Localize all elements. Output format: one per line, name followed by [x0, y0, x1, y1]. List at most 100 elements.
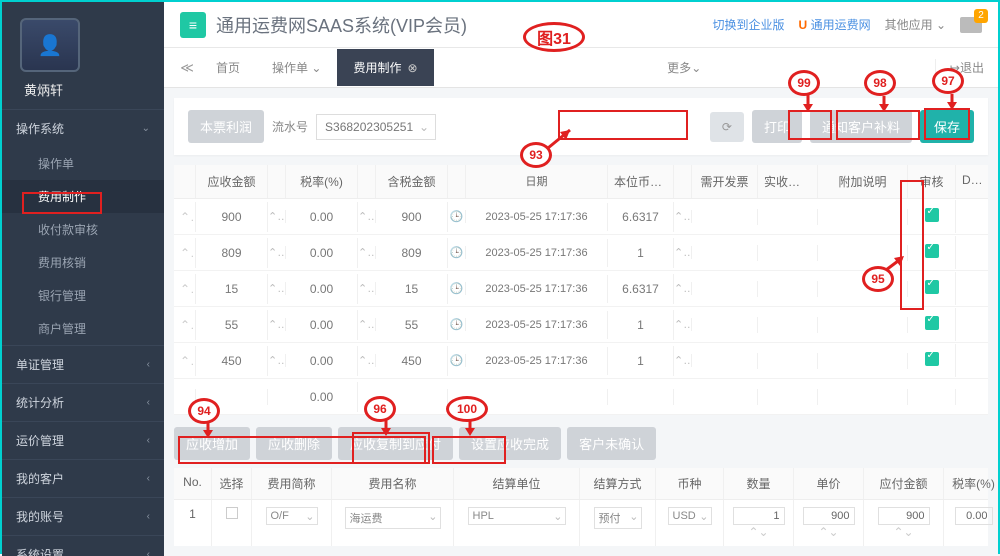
stepper-icon[interactable]: ⌃⌄: [674, 210, 692, 223]
recv-grid-row[interactable]: ⌃⌄900⌃⌄0.00⌃⌄900🕒2023-05-25 17:17:366.63…: [174, 199, 988, 235]
notify-customer-button[interactable]: 通知客户补料: [810, 110, 912, 143]
stepper-icon[interactable]: ⌃⌄: [674, 246, 692, 259]
sidebar-item-merchant[interactable]: 商户管理: [2, 312, 164, 345]
menu-group-customer[interactable]: 我的客户‹: [2, 460, 164, 497]
tab-more[interactable]: 更多⌄: [653, 59, 715, 76]
menu-group-operations[interactable]: 操作系统⌄: [2, 110, 164, 147]
chevron-left-icon: ‹: [147, 397, 150, 408]
col-needinv: 需开发票: [692, 165, 758, 198]
menu-group-account[interactable]: 我的账号‹: [2, 498, 164, 535]
customer-unconfirm-button[interactable]: 客户未确认: [567, 427, 656, 460]
col-amount: 应收金额: [196, 165, 268, 198]
fee-name-select[interactable]: 海运费: [345, 507, 441, 529]
sidebar-item-fee-verify[interactable]: 费用核销: [2, 246, 164, 279]
clock-icon: 🕒: [448, 354, 466, 367]
stepper-icon[interactable]: ⌃⌄: [268, 246, 286, 259]
hamburger-icon[interactable]: ≡: [180, 12, 206, 38]
menu-group-doc[interactable]: 单证管理‹: [2, 346, 164, 383]
sidebar-item-pay-audit[interactable]: 收付款审核: [2, 213, 164, 246]
col-date: 日期: [466, 165, 608, 198]
chevron-updown-icon[interactable]: ⌃⌄: [174, 346, 196, 376]
stepper-icon[interactable]: ⌃⌄: [358, 318, 376, 331]
audit-checkbox[interactable]: [925, 208, 939, 222]
sidebar-item-fee-create[interactable]: 费用制作: [2, 180, 164, 213]
recv-grid-row[interactable]: ⌃⌄809⌃⌄0.00⌃⌄809🕒2023-05-25 17:17:361⌃⌄: [174, 235, 988, 271]
tax-input[interactable]: 0.00: [955, 507, 993, 525]
mail-badge: 2: [974, 9, 988, 23]
switch-enterprise-link[interactable]: 切换到企业版: [713, 16, 785, 33]
audit-checkbox[interactable]: [925, 316, 939, 330]
stepper-icon[interactable]: ⌃⌄: [358, 282, 376, 295]
chevron-down-icon: ⌄: [691, 61, 701, 75]
chevron-left-icon: ‹: [147, 435, 150, 446]
chevron-updown-icon[interactable]: ⌃⌄: [174, 238, 196, 268]
stepper-icon[interactable]: ⌃⌄: [268, 282, 286, 295]
print-button[interactable]: 打印: [752, 110, 802, 143]
serial-select[interactable]: S368202305251: [316, 114, 436, 140]
tab-fee-create[interactable]: 费用制作⊗: [337, 49, 433, 86]
recv-grid-row[interactable]: ⌃⌄15⌃⌄0.00⌃⌄15🕒2023-05-25 17:17:366.6317…: [174, 271, 988, 307]
brand-link[interactable]: U 通用运费网: [799, 16, 871, 33]
recv-grid-row[interactable]: ⌃⌄450⌃⌄0.00⌃⌄450🕒2023-05-25 17:17:361⌃⌄: [174, 343, 988, 379]
tab-scroll-left[interactable]: ≪: [174, 60, 200, 76]
chevron-down-icon: ⌄: [936, 18, 946, 32]
col-taxed: 含税金额: [376, 165, 448, 198]
app-title: 通用运费网SAAS系统(VIP会员): [216, 12, 699, 38]
pay-input[interactable]: 900: [878, 507, 930, 525]
profit-button[interactable]: 本票利润: [188, 110, 264, 143]
sidebar-item-bank[interactable]: 银行管理: [2, 279, 164, 312]
clock-icon: 🕒: [448, 282, 466, 295]
chevron-left-icon: ‹: [147, 359, 150, 370]
stepper-icon[interactable]: ⌃⌄: [268, 210, 286, 223]
logout-link[interactable]: ↦退出: [935, 59, 998, 76]
recv-del-button[interactable]: 应收删除: [256, 427, 332, 460]
stepper-icon[interactable]: ⌃⌄: [674, 354, 692, 367]
stepper-icon[interactable]: ⌃⌄: [268, 354, 286, 367]
audit-checkbox[interactable]: [925, 352, 939, 366]
stepper-icon[interactable]: ⌃⌄: [358, 354, 376, 367]
mode-select[interactable]: 预付: [594, 507, 642, 529]
menu-group-stats[interactable]: 统计分析‹: [2, 384, 164, 421]
avatar[interactable]: 👤: [20, 18, 80, 72]
clock-icon: 🕒: [448, 246, 466, 259]
sidebar-item-operation-order[interactable]: 操作单: [2, 147, 164, 180]
recv-add-button[interactable]: 应收增加: [174, 427, 250, 460]
stepper-icon[interactable]: ⌃⌄: [358, 246, 376, 259]
stepper-icon[interactable]: ⌃⌄: [268, 318, 286, 331]
refresh-icon[interactable]: ⟳: [710, 112, 744, 142]
price-input[interactable]: 900: [803, 507, 855, 525]
audit-checkbox[interactable]: [925, 280, 939, 294]
chevron-updown-icon[interactable]: ⌃⌄: [174, 274, 196, 304]
stepper-icon[interactable]: ⌃⌄: [358, 210, 376, 223]
row-checkbox[interactable]: [226, 507, 238, 519]
currency-select[interactable]: USD: [668, 507, 712, 525]
tab-home[interactable]: 首页: [200, 49, 256, 86]
menu-group-rate[interactable]: 运价管理‹: [2, 422, 164, 459]
audit-checkbox[interactable]: [925, 244, 939, 258]
menu-group-settings[interactable]: 系统设置‹: [2, 536, 164, 556]
pay-grid: No. 选择 费用简称 费用名称 结算单位 结算方式 币种 数量 单价 应付金额…: [174, 468, 988, 546]
recv-done-button[interactable]: 设置应收完成: [459, 427, 561, 460]
save-button[interactable]: 保存: [920, 110, 974, 143]
chevron-updown-icon[interactable]: ⌃⌄: [174, 310, 196, 340]
mail-icon[interactable]: 2: [960, 17, 982, 33]
other-apps-link[interactable]: 其他应用 ⌄: [885, 16, 946, 33]
qty-input[interactable]: 1: [733, 507, 785, 525]
abbr-select[interactable]: O/F: [266, 507, 318, 525]
main-area: ≡ 通用运费网SAAS系统(VIP会员) 切换到企业版 U 通用运费网 其他应用…: [164, 2, 998, 556]
sub-toolbar: 本票利润 流水号 S368202305251 ⟳ 打印 通知客户补料 保存: [174, 98, 988, 155]
stepper-icon[interactable]: ⌃⌄: [674, 318, 692, 331]
pay-grid-row[interactable]: 1 O/F 海运费 HPL 预付 USD 1⌃⌄ 900⌃⌄ 900⌃⌄ 0.0…: [174, 500, 988, 546]
chevron-updown-icon[interactable]: ⌃⌄: [174, 202, 196, 232]
app-header: ≡ 通用运费网SAAS系统(VIP会员) 切换到企业版 U 通用运费网 其他应用…: [164, 2, 998, 48]
tab-operation-order[interactable]: 操作单 ⌄: [256, 49, 337, 86]
recv-grid: 应收金额 税率(%) 含税金额 日期 本位币汇率 需开发票 实收金额 附加说明 …: [174, 165, 988, 415]
col-actual: 实收金额: [758, 165, 818, 198]
chevron-down-icon: ⌄: [311, 61, 321, 75]
unit-select[interactable]: HPL: [468, 507, 566, 525]
recv-copy-button[interactable]: 应收复制到应付: [338, 427, 453, 460]
recv-grid-row[interactable]: ⌃⌄55⌃⌄0.00⌃⌄55🕒2023-05-25 17:17:361⌃⌄: [174, 307, 988, 343]
pay-grid-head: No. 选择 费用简称 费用名称 结算单位 结算方式 币种 数量 单价 应付金额…: [174, 468, 988, 500]
stepper-icon[interactable]: ⌃⌄: [674, 282, 692, 295]
close-icon[interactable]: ⊗: [407, 61, 417, 75]
